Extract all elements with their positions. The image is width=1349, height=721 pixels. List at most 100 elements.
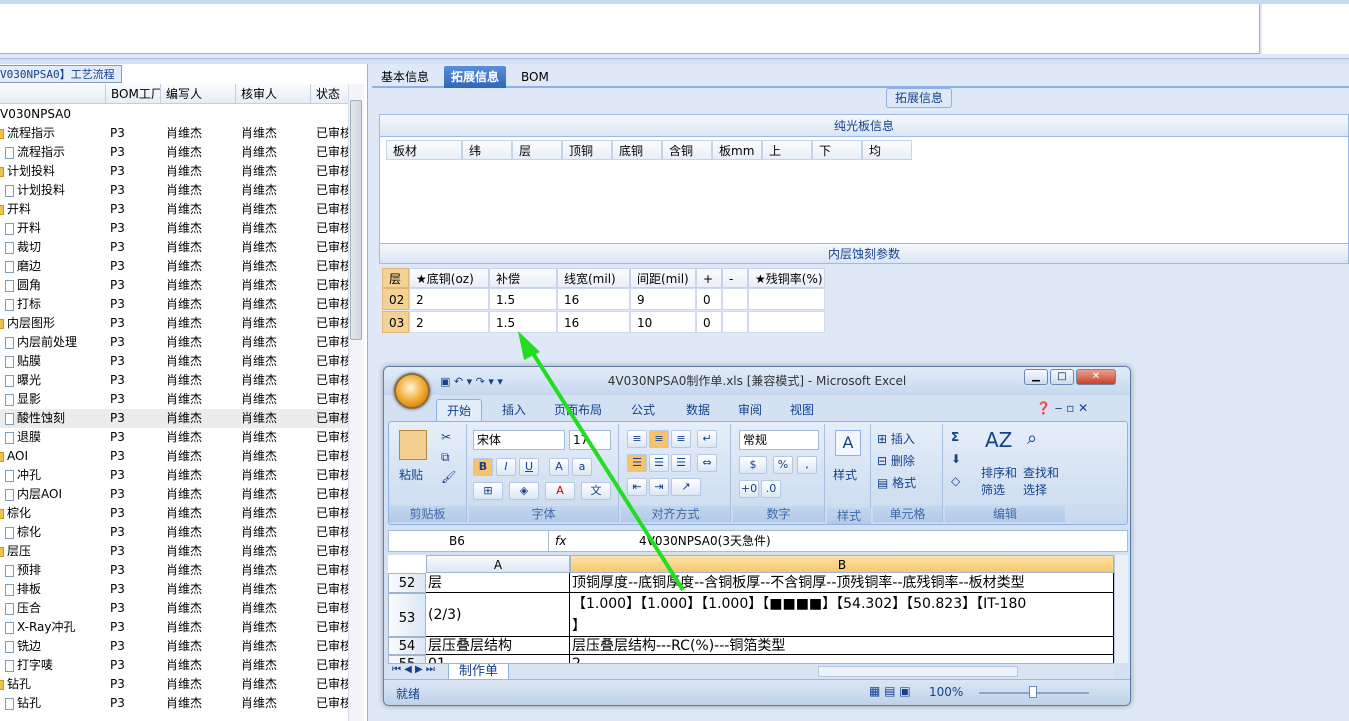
fill-icon[interactable]: ⬇ <box>951 452 961 466</box>
percent-button[interactable]: % <box>773 456 793 474</box>
etch-cell[interactable]: 2 <box>409 311 489 333</box>
close-icon[interactable]: ✕ <box>1076 369 1116 385</box>
tree-row[interactable]: 圆角 P3 肖维杰 肖维杰 已审核 <box>0 276 348 295</box>
ribbon-tab-layout[interactable]: 页面布局 <box>544 399 612 421</box>
underline-button[interactable]: U <box>519 458 539 476</box>
etch-cell[interactable]: 16 <box>557 311 630 333</box>
styles-icon[interactable]: A <box>835 430 861 456</box>
maximize-icon[interactable]: □ <box>1050 369 1074 385</box>
etch-cell[interactable]: 1.5 <box>489 288 557 310</box>
tree-row[interactable]: 排板 P3 肖维杰 肖维杰 已审核 <box>0 580 348 599</box>
font-name-combo[interactable]: 宋体 <box>473 430 565 450</box>
align-top-icon[interactable]: ≡ <box>627 430 647 448</box>
tree-row[interactable]: 酸性蚀刻 P3 肖维杰 肖维杰 已审核 <box>0 409 348 428</box>
fx-icon[interactable]: fx <box>555 531 625 551</box>
etch-col-header[interactable]: - <box>722 268 748 288</box>
sheet-grid[interactable]: A B 52 层顶铜厚度--底铜厚度--含铜板厚--不含铜厚--顶残铜率--底残铜… <box>388 555 1114 663</box>
tree-row[interactable]: 棕化 P3 肖维杰 肖维杰 已审核 <box>0 504 348 523</box>
tree-row[interactable]: 流程指示 P3 肖维杰 肖维杰 已审核 <box>0 124 348 143</box>
sort-filter-icon[interactable]: AZ <box>985 428 1012 452</box>
bare-board-col-header[interactable]: 纬 <box>462 140 512 160</box>
view-buttons[interactable]: ▦ ▤ ▣ <box>869 684 911 698</box>
tree-row[interactable]: V030NPSA0 <box>0 105 348 124</box>
etch-col-header[interactable]: 补偿 <box>489 268 557 288</box>
format-cells-button[interactable]: ▤ 格式 <box>877 474 916 491</box>
border-icon[interactable]: ⊞ <box>473 482 503 500</box>
grow-font-icon[interactable]: A <box>549 458 569 476</box>
cell-b[interactable]: 【1.000】【1.000】【1.000】【■■■■】【54.302】【50.8… <box>570 593 1114 637</box>
row-header[interactable]: 53 <box>388 593 426 637</box>
etch-cell[interactable]: 16 <box>557 288 630 310</box>
sheet-horizontal-scrollbar[interactable] <box>818 666 1018 677</box>
tree-row[interactable]: 退膜 P3 肖维杰 肖维杰 已审核 <box>0 428 348 447</box>
align-bottom-icon[interactable]: ≡ <box>671 430 691 448</box>
tree-row[interactable]: 预排 P3 肖维杰 肖维杰 已审核 <box>0 561 348 580</box>
process-tree-title[interactable]: V030NPSA0】工艺流程 <box>0 65 122 83</box>
bare-board-col-header[interactable]: 层 <box>512 140 562 160</box>
formula-input[interactable]: 4V030NPSA0(3天急件) <box>639 531 771 551</box>
cell-b[interactable]: 2 <box>570 655 1114 663</box>
cell-a[interactable]: (2/3) <box>426 593 570 637</box>
minimize-icon[interactable]: ▁ <box>1024 369 1048 385</box>
tree-row[interactable]: 钻孔 P3 肖维杰 肖维杰 已审核 <box>0 694 348 713</box>
bare-board-col-header[interactable]: 板材 <box>386 140 462 160</box>
copy-icon[interactable]: ⧉ <box>441 450 450 465</box>
bare-board-col-header[interactable]: 均 <box>862 140 912 160</box>
etch-cell[interactable] <box>722 288 748 310</box>
decrease-indent-icon[interactable]: ⇤ <box>627 478 647 496</box>
ribbon-tab-formulas[interactable]: 公式 <box>621 399 665 421</box>
row-header[interactable]: 52 <box>388 573 426 593</box>
row-header[interactable]: 55 <box>388 655 426 663</box>
ribbon-tab-insert[interactable]: 插入 <box>492 399 536 421</box>
fill-color-icon[interactable]: ◈ <box>509 482 539 500</box>
tree-row[interactable]: 流程指示 P3 肖维杰 肖维杰 已审核 <box>0 143 348 162</box>
ribbon-tab-home[interactable]: 开始 <box>436 399 483 421</box>
align-middle-icon[interactable]: ≡ <box>649 430 669 448</box>
etch-row-header[interactable]: 03 <box>382 311 409 333</box>
etch-col-header[interactable]: 线宽(mil) <box>557 268 630 288</box>
delete-cells-button[interactable]: ⊟ 删除 <box>877 452 915 469</box>
tree-row[interactable]: 曝光 P3 肖维杰 肖维杰 已审核 <box>0 371 348 390</box>
etch-cell[interactable]: 2 <box>409 288 489 310</box>
bare-board-col-header[interactable]: 上 <box>762 140 812 160</box>
help-icon[interactable]: ❓ ‒ ▫ ✕ <box>1036 401 1088 415</box>
cell-b[interactable]: 层压叠层结构---RC(%)---铜箔类型 <box>570 637 1114 655</box>
tree-row[interactable]: 内层图形 P3 肖维杰 肖维杰 已审核 <box>0 314 348 333</box>
col-header-b[interactable]: B <box>570 555 1114 573</box>
autosum-icon[interactable]: Σ <box>951 430 959 444</box>
tree-row[interactable]: 打字唛 P3 肖维杰 肖维杰 已审核 <box>0 656 348 675</box>
tree-scroll-thumb[interactable] <box>350 100 362 340</box>
cell-b[interactable]: 顶铜厚度--底铜厚度--含铜板厚--不含铜厚--顶残铜率--底残铜率--板材类型 <box>570 573 1114 593</box>
zoom-level[interactable]: 100% <box>929 685 963 699</box>
bare-board-col-header[interactable]: 底铜 <box>612 140 662 160</box>
etch-cell[interactable]: 0 <box>696 311 722 333</box>
tree-row[interactable]: 冲孔 P3 肖维杰 肖维杰 已审核 <box>0 466 348 485</box>
orientation-icon[interactable]: ↗ <box>671 478 701 496</box>
align-center-icon[interactable]: ☰ <box>649 454 669 472</box>
quick-access-toolbar[interactable]: ▣ ↶ ▾ ↷ ▾ ▾ <box>440 375 503 388</box>
etch-col-header[interactable]: ★底铜(oz) <box>409 268 489 288</box>
etch-col-header[interactable]: ★残铜率(%) <box>748 268 825 288</box>
name-box[interactable]: B6 <box>389 531 549 551</box>
row-header[interactable]: 54 <box>388 637 426 655</box>
font-color-icon[interactable]: A <box>545 482 575 500</box>
ribbon-tab-data[interactable]: 数据 <box>676 399 720 421</box>
tree-row[interactable]: 内层前处理 P3 肖维杰 肖维杰 已审核 <box>0 333 348 352</box>
tree-row[interactable]: 开料 P3 肖维杰 肖维杰 已审核 <box>0 200 348 219</box>
phonetic-icon[interactable]: 文 <box>581 482 611 500</box>
etch-cell[interactable] <box>748 311 825 333</box>
office-button-icon[interactable] <box>394 373 430 409</box>
comma-button[interactable]: , <box>797 456 817 474</box>
col-header-a[interactable]: A <box>426 555 570 573</box>
increase-indent-icon[interactable]: ⇥ <box>649 478 669 496</box>
tree-row[interactable]: 打标 P3 肖维杰 肖维杰 已审核 <box>0 295 348 314</box>
etch-cell[interactable]: 1.5 <box>489 311 557 333</box>
tree-row[interactable]: 计划投料 P3 肖维杰 肖维杰 已审核 <box>0 181 348 200</box>
ribbon-tab-review[interactable]: 审阅 <box>728 399 772 421</box>
tab-bom[interactable]: BOM <box>514 66 556 88</box>
cut-icon[interactable]: ✂ <box>441 430 451 444</box>
font-size-combo[interactable]: 17 <box>569 430 611 450</box>
tree-row[interactable]: 磨边 P3 肖维杰 肖维杰 已审核 <box>0 257 348 276</box>
tree-row[interactable]: X-Ray冲孔 P3 肖维杰 肖维杰 已审核 <box>0 618 348 637</box>
tree-row[interactable]: 计划投料 P3 肖维杰 肖维杰 已审核 <box>0 162 348 181</box>
